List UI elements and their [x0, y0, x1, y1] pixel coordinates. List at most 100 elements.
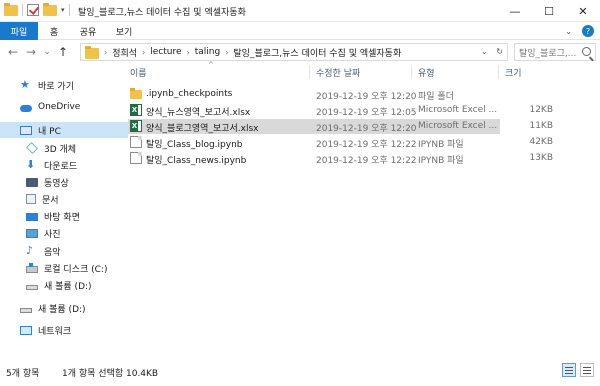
sidebar-item-documents[interactable]: 문서 [0, 191, 128, 207]
list-item[interactable]: 탈잉_Class_news.ipynb 2019-12-19 오후 12:22 … [128, 151, 553, 166]
sidebar-item-label: 다운로드 [44, 161, 78, 172]
forward-button[interactable]: → [24, 44, 38, 60]
sidebar-item-label: 로컬 디스크 (C:) [44, 264, 108, 275]
sidebar-item-desktop[interactable]: 바탕 화면 [0, 208, 128, 224]
sidebar-item-quick-access[interactable]: ★ 바로 가기 [0, 77, 128, 93]
column-divider[interactable] [309, 65, 310, 79]
ribbon-tabs: 파일 홈 공유 보기 ⌄ ? [0, 22, 600, 40]
back-button[interactable]: ← [6, 44, 20, 60]
sidebar-item-label: 음악 [44, 247, 61, 258]
sidebar-item-3d-objects[interactable]: 3D 개체 [0, 140, 128, 156]
list-item[interactable]: 양식_뉴스영역_보고서.xlsx 2019-12-19 오후 12:05 Mic… [128, 103, 553, 118]
selection-info: 1개 항목 선택함 10.4KB [62, 369, 159, 379]
tab-share[interactable]: 공유 [76, 22, 100, 40]
sort-indicator-icon: ^ [208, 61, 214, 69]
expand-ribbon-icon[interactable]: ⌄ [565, 27, 572, 36]
file-name: 양식_뉴스영역_보고서.xlsx [146, 108, 251, 118]
sidebar-item-label: 네트워크 [38, 326, 72, 337]
file-size: 12KB [529, 105, 553, 115]
column-header-modified[interactable]: 수정한 날짜 [316, 66, 360, 79]
recent-locations-icon[interactable]: ⌄ [40, 44, 54, 60]
divider [22, 4, 23, 16]
sidebar-item-this-pc[interactable]: 내 PC [0, 122, 128, 138]
sidebar-item-music[interactable]: ♪ 음악 [0, 243, 128, 259]
file-modified: 2019-12-19 오후 12:22 [316, 140, 417, 150]
sidebar-item-label: 동영상 [44, 178, 69, 189]
tab-home[interactable]: 홈 [44, 22, 64, 40]
sidebar-item-pictures[interactable]: 사진 [0, 225, 128, 241]
breadcrumb-separator: › [142, 47, 146, 57]
sidebar-item-downloads[interactable]: ⬇ 다운로드 [0, 157, 128, 173]
file-name: 양식_블로그영역_보고서.xlsx [146, 124, 259, 134]
tab-view[interactable]: 보기 [112, 22, 136, 40]
sidebar-item-label: 사진 [44, 229, 61, 240]
address-dropdown-icon[interactable]: ⌄ [481, 47, 488, 56]
quick-access-toolbar: ▾ [4, 2, 70, 16]
file-name: .ipynb_checkpoints [146, 89, 233, 99]
sidebar-item-videos[interactable]: 동영상 [0, 174, 128, 190]
file-modified: 2019-12-19 오후 12:22 [316, 156, 417, 166]
column-divider[interactable] [411, 65, 412, 79]
address-row: ← → ⌄ ↑ › 정희석 › lecture › taling › 탈잉_블로… [0, 41, 600, 63]
item-count: 5개 항목 [6, 369, 40, 379]
sidebar-item-local-disk-c[interactable]: 로컬 디스크 (C:) [0, 260, 128, 276]
column-divider[interactable] [498, 65, 499, 79]
file-type: Microsoft Excel ... [418, 121, 498, 131]
file-modified: 2019-12-19 오후 12:05 [316, 108, 417, 118]
file-modified: 2019-12-19 오후 12:20 [316, 124, 417, 134]
list-item[interactable]: 양식_블로그영역_보고서.xlsx 2019-12-19 오후 12:20 Mi… [128, 119, 553, 134]
column-header-type[interactable]: 유형 [418, 66, 435, 79]
cube-icon [26, 142, 38, 154]
tab-file[interactable]: 파일 [0, 22, 38, 40]
sidebar-item-volume-d[interactable]: 새 볼륨 (D:) [0, 277, 128, 293]
help-icon[interactable]: ? [582, 25, 594, 37]
document-icon [26, 194, 36, 204]
list-item[interactable]: 탈잉_Class_blog.ipynb 2019-12-19 오후 12:22 … [128, 135, 553, 150]
drive-icon [26, 284, 38, 290]
drive-icon [20, 307, 32, 313]
pc-icon [20, 125, 32, 135]
file-type: IPYNB 파일 [418, 156, 464, 166]
window-title: 탈잉_블로그,뉴스 데이터 수집 및 엑셀자동화 [78, 8, 246, 18]
video-icon [26, 177, 38, 187]
list-item[interactable]: .ipynb_checkpoints 2019-12-19 오후 12:20 파… [128, 87, 500, 102]
breadcrumb-item[interactable]: 탈잉_블로그,뉴스 데이터 수집 및 엑셀자동화 [233, 46, 401, 59]
large-icons-view-icon[interactable] [580, 363, 594, 377]
maximize-button[interactable]: ☐ [532, 0, 566, 22]
address-bar[interactable]: › 정희석 › lecture › taling › 탈잉_블로그,뉴스 데이터… [80, 43, 508, 61]
close-button[interactable]: ✕ [566, 0, 600, 22]
properties-icon[interactable] [27, 4, 39, 16]
up-button[interactable]: ↑ [56, 44, 70, 60]
breadcrumb-item[interactable]: lecture [150, 47, 181, 57]
sidebar-item-label: 바탕 화면 [44, 212, 80, 223]
qat-dropdown-icon[interactable]: ▾ [61, 6, 65, 14]
breadcrumb-item[interactable]: taling [195, 47, 220, 57]
refresh-icon[interactable]: ↻ [496, 47, 503, 56]
search-input[interactable]: 탈잉_블로그,... [514, 43, 596, 61]
breadcrumb-item[interactable]: 정희석 [112, 46, 137, 59]
details-view-icon[interactable] [562, 363, 576, 377]
file-size: 13KB [529, 153, 553, 163]
file-name: 탈잉_Class_news.ipynb [146, 156, 247, 166]
sidebar-item-label: 바로 가기 [38, 81, 74, 92]
download-icon: ⬇ [26, 158, 36, 171]
sidebar-item-network[interactable]: 네트워크 [0, 322, 128, 338]
search-placeholder: 탈잉_블로그,... [519, 48, 577, 59]
new-folder-icon[interactable] [43, 2, 57, 16]
column-header-size[interactable]: 크기 [505, 66, 522, 79]
sidebar-item-volume-d-root[interactable]: 새 볼륨 (D:) [0, 300, 128, 316]
sidebar-item-onedrive[interactable]: OneDrive [0, 99, 128, 115]
file-icon [130, 136, 142, 148]
folder-icon [4, 2, 18, 16]
file-type: Microsoft Excel ... [418, 105, 498, 115]
picture-icon [26, 228, 38, 238]
column-header-name[interactable]: 이름 [130, 66, 147, 79]
breadcrumb-separator: › [104, 47, 108, 57]
file-size: 11KB [529, 121, 553, 131]
sidebar-item-label: 새 볼륨 (D:) [44, 281, 92, 292]
file-list: ^ 이름 수정한 날짜 유형 크기 .ipynb_checkpoints 201… [128, 61, 600, 355]
music-icon: ♪ [26, 244, 34, 257]
sidebar-item-label: 내 PC [38, 126, 61, 137]
file-size: 42KB [529, 137, 553, 147]
minimize-button[interactable]: — [498, 0, 532, 22]
